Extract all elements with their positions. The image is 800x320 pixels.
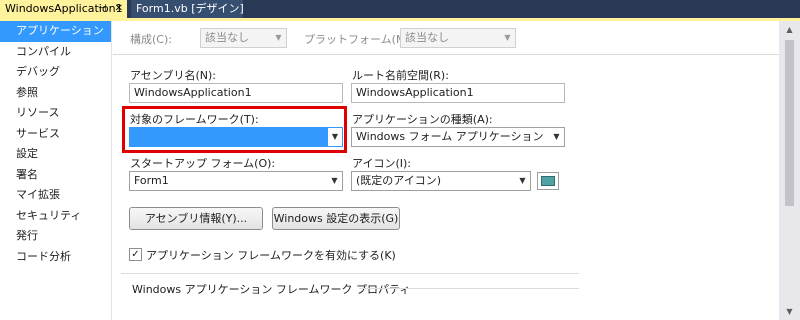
root-namespace-value: WindowsApplication1 <box>356 86 474 99</box>
assembly-info-button[interactable]: アセンブリ情報(Y)... <box>129 207 263 230</box>
nav-item-application[interactable]: アプリケーション <box>0 21 111 42</box>
scroll-thumb[interactable] <box>785 40 794 206</box>
nav-item-signing[interactable]: 署名 <box>0 165 111 186</box>
startup-form-label: スタートアップ フォーム(O): <box>130 157 276 170</box>
configuration-label: 構成(C): <box>130 33 172 46</box>
icon-value: (既定のアイコン) <box>356 174 442 187</box>
scroll-down-icon[interactable]: ▼ <box>779 303 800 320</box>
group-title-rule <box>359 288 579 289</box>
enable-framework-checkbox[interactable]: ✓ <box>129 248 142 261</box>
configuration-value: 該当なし <box>205 31 249 44</box>
application-type-label: アプリケーションの種類(A): <box>352 113 493 126</box>
root-namespace-input[interactable]: WindowsApplication1 <box>351 83 565 103</box>
root-namespace-label: ルート名前空間(R): <box>352 69 449 82</box>
assembly-name-value: WindowsApplication1 <box>134 86 252 99</box>
document-tab-strip: WindowsApplication1 ⊣ ✕ Form1.vb [デザイン] <box>0 0 800 18</box>
nav-item-debug[interactable]: デバッグ <box>0 62 111 83</box>
target-framework-label: 対象のフレームワーク(T): <box>130 113 259 126</box>
chevron-down-icon: ▼ <box>519 176 526 185</box>
assembly-name-input[interactable]: WindowsApplication1 <box>129 83 343 103</box>
platform-value: 該当なし <box>405 31 449 44</box>
nav-item-security[interactable]: セキュリティ <box>0 206 111 227</box>
startup-form-combo[interactable]: Form1 ▼ <box>129 171 343 191</box>
group-separator <box>121 273 579 274</box>
nav-item-resources[interactable]: リソース <box>0 103 111 124</box>
application-icon-preview <box>537 172 559 190</box>
platform-label: プラットフォーム(M): <box>304 33 414 46</box>
nav-item-services[interactable]: サービス <box>0 124 111 145</box>
application-type-value: Windows フォーム アプリケーション <box>356 130 544 143</box>
nav-item-publish[interactable]: 発行 <box>0 226 111 247</box>
scroll-up-icon[interactable]: ▲ <box>779 21 800 38</box>
window-icon <box>541 176 555 186</box>
chevron-down-icon: ▼ <box>553 132 560 141</box>
icon-combo[interactable]: (既定のアイコン) ▼ <box>351 171 531 191</box>
project-properties-window: アプリケーション コンパイル デバッグ 参照 リソース サービス 設定 署名 マ… <box>0 21 800 320</box>
chevron-down-icon: ▼ <box>327 128 342 146</box>
configuration-bar: 構成(C): 該当なし ▼ プラットフォーム(M): 該当なし ▼ <box>113 21 779 55</box>
application-type-combo[interactable]: Windows フォーム アプリケーション ▼ <box>351 127 565 147</box>
platform-combo: 該当なし ▼ <box>400 28 516 48</box>
nav-item-references[interactable]: 参照 <box>0 83 111 104</box>
properties-nav: アプリケーション コンパイル デバッグ 参照 リソース サービス 設定 署名 マ… <box>0 21 112 320</box>
configuration-combo: 該当なし ▼ <box>200 28 287 48</box>
chevron-down-icon: ▼ <box>504 33 511 42</box>
pin-icon[interactable]: ⊣ <box>98 3 107 14</box>
close-icon[interactable]: ✕ <box>115 3 123 14</box>
chevron-down-icon: ▼ <box>331 176 338 185</box>
check-icon: ✓ <box>131 249 140 260</box>
tab-label: Form1.vb [デザイン] <box>136 2 244 15</box>
tab-form1-designer[interactable]: Form1.vb [デザイン] <box>131 0 244 18</box>
icon-label: アイコン(I): <box>352 157 411 170</box>
vertical-scrollbar[interactable]: ▲ ▼ <box>779 21 800 320</box>
assembly-name-label: アセンブリ名(N): <box>130 69 216 82</box>
nav-item-settings[interactable]: 設定 <box>0 144 111 165</box>
application-page: 構成(C): 該当なし ▼ プラットフォーム(M): 該当なし ▼ アセンブリ名… <box>113 21 779 320</box>
startup-form-value: Form1 <box>134 174 169 187</box>
chevron-down-icon: ▼ <box>275 33 282 42</box>
framework-properties-group-title: Windows アプリケーション フレームワーク プロパティ <box>132 283 411 296</box>
nav-item-code-analysis[interactable]: コード分析 <box>0 247 111 268</box>
nav-item-my-extensions[interactable]: マイ拡張 <box>0 185 111 206</box>
view-windows-settings-button[interactable]: Windows 設定の表示(G) <box>272 207 400 230</box>
enable-framework-label: アプリケーション フレームワークを有効にする(K) <box>146 249 396 262</box>
target-framework-combo[interactable]: ▼ <box>129 127 343 147</box>
nav-item-compile[interactable]: コンパイル <box>0 42 111 63</box>
tab-windowsapplication1[interactable]: WindowsApplication1 ⊣ ✕ <box>0 0 127 18</box>
